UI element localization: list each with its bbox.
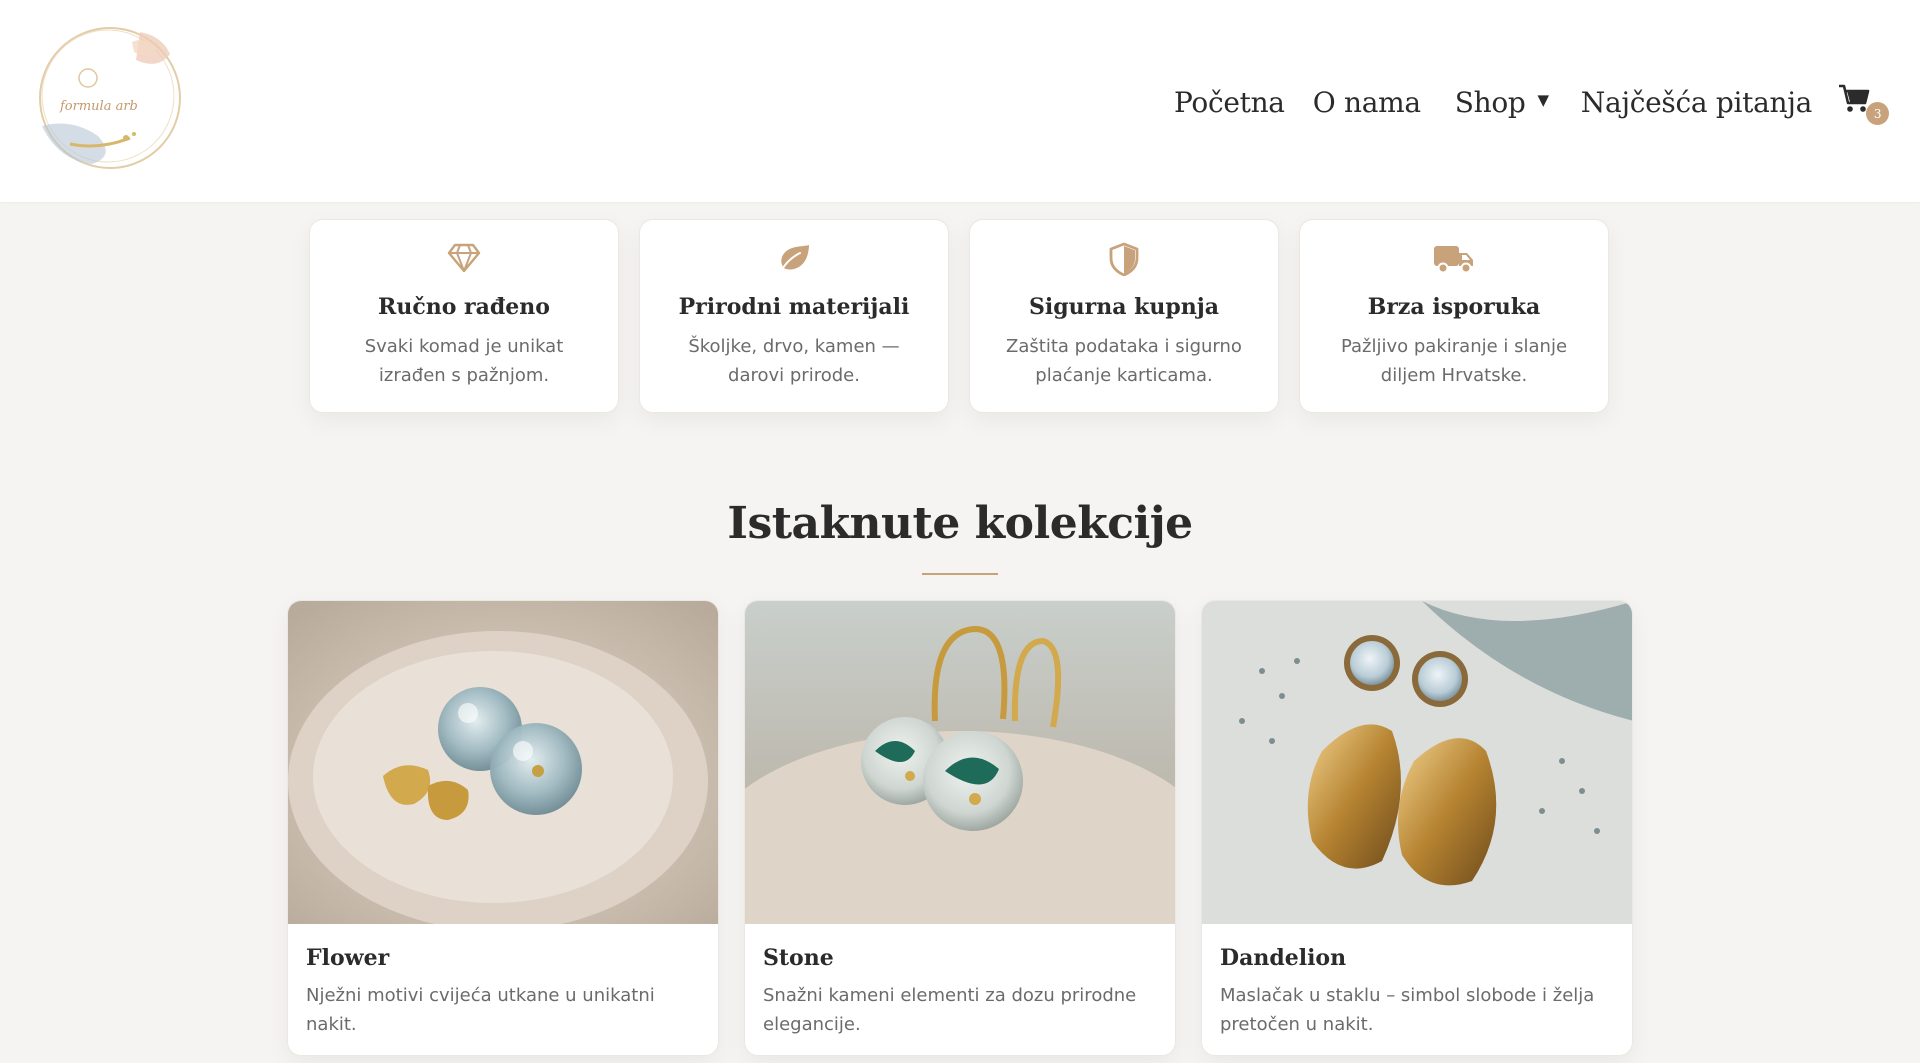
caret-down-icon: ▼ (1537, 91, 1550, 109)
feature-card-secure-purchase: Sigurna kupnja Zaštita podataka i sigurn… (969, 219, 1279, 413)
cart-button[interactable]: 3 (1838, 82, 1889, 125)
feature-title: Ručno rađeno (378, 294, 550, 320)
collection-title: Stone (763, 945, 834, 971)
logo-text: formula arb (59, 99, 138, 114)
feature-title: Brza isporuka (1367, 294, 1541, 320)
features-section: Ručno rađeno Svaki komad je unikat izrađ… (309, 219, 1611, 413)
feature-title: Prirodni materijali (678, 294, 910, 320)
truck-icon (1434, 246, 1473, 274)
logo-emblem: formula arb (39, 27, 181, 169)
section-title: Istaknute kolekcije (727, 498, 1193, 549)
cart-icon (1839, 84, 1870, 112)
feature-title: Sigurna kupnja (1029, 294, 1219, 320)
shield-icon (1109, 242, 1139, 276)
feature-card-handmade: Ručno rađeno Svaki komad je unikat izrađ… (309, 219, 619, 413)
collection-title: Flower (306, 945, 390, 971)
collection-image-dandelion (1202, 601, 1632, 924)
site-header: formula arb Početna O nama Shop ▼ Najčeš… (0, 0, 1920, 202)
collection-card-stone[interactable]: Stone Snažni kameni elementi za dozu pri… (744, 600, 1176, 1056)
feature-text: Školjke, drvo, kamen — darovi prirode. (688, 336, 900, 386)
collection-text: Nježni motivi cvijeća utkane u unikatni … (306, 985, 655, 1035)
leaf-icon (779, 245, 809, 274)
collection-card-flower[interactable]: Flower Nježni motivi cvijeća utkane u un… (287, 600, 719, 1056)
nav-faq[interactable]: Najčešća pitanja (1581, 86, 1813, 119)
feature-text: Pažljivo pakiranje i slanje diljem Hrvat… (1340, 336, 1568, 386)
feature-card-natural-materials: Prirodni materijali Školjke, drvo, kamen… (639, 219, 949, 413)
nav-about[interactable]: O nama (1313, 86, 1421, 119)
feature-text: Svaki komad je unikat izrađen s pažnjom. (364, 336, 564, 386)
nav-home[interactable]: Početna (1174, 86, 1285, 119)
diamond-icon (447, 243, 481, 273)
main-navigation: Početna O nama Shop ▼ Najčešća pitanja 3 (1174, 74, 1889, 130)
title-divider (922, 573, 998, 575)
collection-image-flower (288, 601, 718, 924)
nav-shop-label: Shop (1454, 85, 1526, 119)
collection-text: Maslačak u staklu – simbol slobode i žel… (1220, 985, 1595, 1035)
collection-card-dandelion[interactable]: Dandelion Maslačak u staklu – simbol slo… (1201, 600, 1633, 1056)
site-logo[interactable]: formula arb (30, 18, 182, 170)
feature-text: Zaštita podataka i sigurno plaćanje kart… (1006, 336, 1242, 386)
feature-card-fast-delivery: Brza isporuka Pažljivo pakiranje i slanj… (1299, 219, 1609, 413)
collection-image-stone (745, 601, 1175, 924)
cart-count-badge: 3 (1866, 102, 1889, 125)
nav-shop[interactable]: Shop ▼ (1455, 86, 1549, 119)
collection-title: Dandelion (1220, 945, 1347, 971)
collection-text: Snažni kameni elementi za dozu prirodne … (763, 985, 1137, 1035)
